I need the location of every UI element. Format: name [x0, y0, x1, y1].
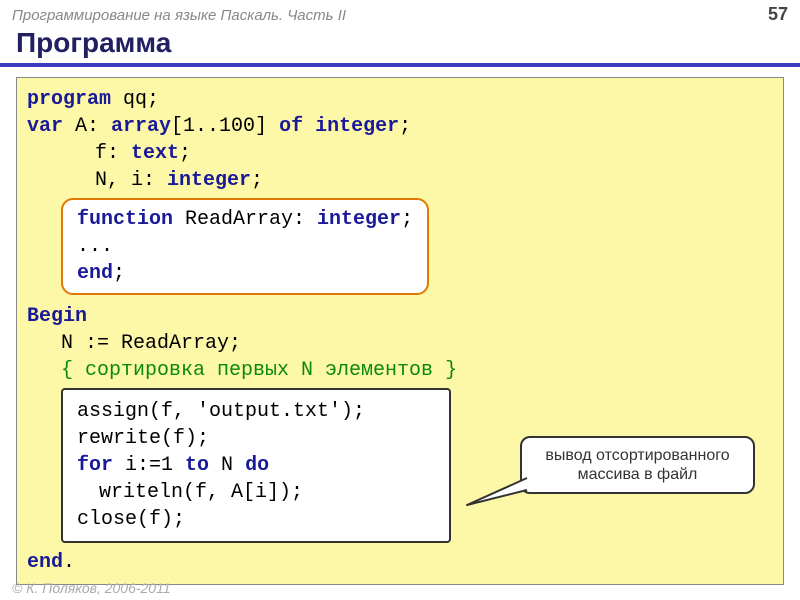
callout-text: вывод отсортированного [532, 446, 743, 465]
code-line: end; [77, 260, 413, 287]
code-comment: { сортировка первых N элементов } [27, 357, 773, 384]
output-block-box: assign(f, 'output.txt'); rewrite(f); for… [61, 388, 451, 543]
code-line: rewrite(f); [77, 425, 435, 452]
code-line: writeln(f, A[i]); [77, 479, 435, 506]
footer-copyright: © К. Поляков, 2006-2011 [12, 580, 171, 596]
code-line: Begin [27, 303, 773, 330]
code-block: program qq; var A: array[1..100] of inte… [16, 77, 784, 585]
code-line: var A: array[1..100] of integer; [27, 113, 773, 140]
code-line: close(f); [77, 506, 435, 533]
code-line: f: text; [27, 140, 773, 167]
code-line: ... [77, 233, 413, 260]
code-line: end. [27, 549, 773, 576]
code-line: assign(f, 'output.txt'); [77, 398, 435, 425]
breadcrumb: Программирование на языке Паскаль. Часть… [12, 7, 346, 24]
function-decl-box: function ReadArray: integer; ... end; [61, 198, 429, 295]
callout-box: вывод отсортированного массива в файл [520, 436, 755, 494]
code-line: program qq; [27, 86, 773, 113]
code-line: function ReadArray: integer; [77, 206, 413, 233]
callout-tail-icon [462, 470, 532, 510]
code-line: N := ReadArray; [27, 330, 773, 357]
slide-header: Программирование на языке Паскаль. Часть… [0, 0, 800, 25]
code-line: N, i: integer; [27, 167, 773, 194]
callout-text: массива в файл [532, 465, 743, 484]
code-line: for i:=1 to N do [77, 452, 435, 479]
page-number: 57 [768, 4, 788, 25]
slide-title: Программа [0, 25, 800, 67]
